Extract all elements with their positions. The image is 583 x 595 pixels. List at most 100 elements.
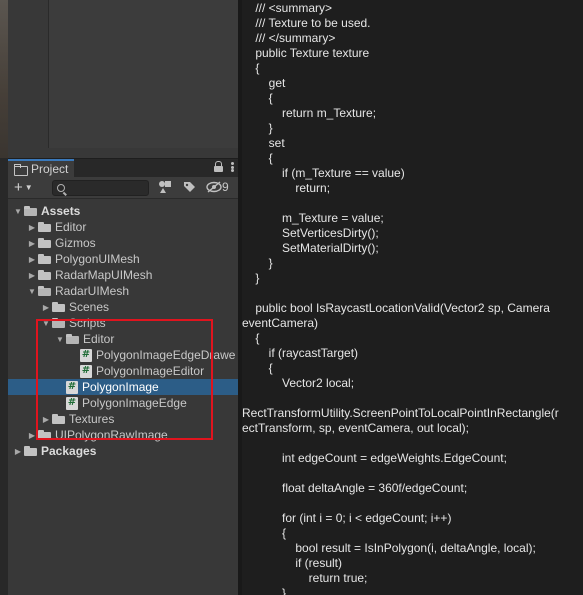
tree-item-label: PolygonImage bbox=[82, 380, 159, 394]
code-line: { bbox=[242, 91, 273, 105]
code-line: RectTransformUtility.ScreenPointToLocalP… bbox=[242, 406, 559, 420]
chevron-right-icon[interactable]: ▶ bbox=[26, 239, 38, 248]
folder-item[interactable]: ▼ Assets bbox=[8, 203, 238, 219]
chevron-right-icon[interactable]: ▶ bbox=[26, 255, 38, 264]
folder-icon bbox=[52, 302, 65, 312]
code-line: if (m_Texture == value) bbox=[242, 166, 405, 180]
folder-item[interactable]: ▶ Scenes bbox=[8, 299, 238, 315]
code-line: /// <summary> bbox=[242, 1, 333, 15]
chevron-down-icon[interactable]: ▼ bbox=[54, 335, 66, 344]
code-line: } bbox=[242, 271, 260, 285]
folder-icon bbox=[38, 286, 51, 296]
folder-item[interactable]: ▶ RadarMapUIMesh bbox=[8, 267, 238, 283]
folder-icon bbox=[52, 414, 65, 424]
hidden-packages-toggle[interactable]: 9 bbox=[206, 180, 229, 194]
script-item[interactable]: # PolygonImage bbox=[8, 379, 238, 395]
code-line: public bool IsRaycastLocationValid(Vecto… bbox=[242, 301, 550, 315]
folder-icon bbox=[38, 270, 51, 280]
project-tab-bar: Project bbox=[8, 159, 238, 177]
code-line: } bbox=[242, 256, 273, 270]
code-line: bool result = IsInPolygon(i, deltaAngle,… bbox=[242, 541, 536, 555]
code-line: get bbox=[242, 76, 286, 90]
tab-project[interactable]: Project bbox=[8, 159, 74, 177]
search-input[interactable] bbox=[68, 182, 148, 194]
upper-left-inner-area bbox=[48, 0, 246, 148]
folder-icon bbox=[24, 446, 37, 456]
code-line: int edgeCount = edgeWeights.EdgeCount; bbox=[242, 451, 507, 465]
csharp-script-icon: # bbox=[80, 348, 92, 362]
chevron-right-icon[interactable]: ▶ bbox=[26, 223, 38, 232]
folder-item[interactable]: ▼ RadarUIMesh bbox=[8, 283, 238, 299]
tree-item-label: Editor bbox=[55, 220, 87, 234]
tree-item-label: RadarMapUIMesh bbox=[55, 268, 153, 282]
code-line: return; bbox=[242, 181, 331, 195]
lock-icon[interactable] bbox=[214, 161, 223, 173]
project-toolbar: + ▼ 9 bbox=[8, 177, 238, 199]
tree-item-label: PolygonImageEditor bbox=[96, 364, 205, 378]
code-line: for (int i = 0; i < edgeCount; i++) bbox=[242, 511, 452, 525]
code-line: /// </summary> bbox=[242, 31, 336, 45]
hidden-count: 9 bbox=[222, 180, 229, 194]
chevron-down-icon: ▼ bbox=[24, 183, 33, 192]
folder-item[interactable]: ▶ Gizmos bbox=[8, 235, 238, 251]
chevron-right-icon[interactable]: ▶ bbox=[12, 447, 24, 456]
tree-item-label: RadarUIMesh bbox=[55, 284, 130, 298]
folder-item[interactable]: ▶ Packages bbox=[8, 443, 238, 459]
tree-item-label: Scenes bbox=[69, 300, 110, 314]
scene-view-edge bbox=[0, 0, 8, 158]
folder-item[interactable]: ▶ UIPolygonRawImage bbox=[8, 427, 238, 443]
code-line: } bbox=[242, 121, 273, 135]
chevron-down-icon[interactable]: ▼ bbox=[40, 319, 52, 328]
tab-project-label: Project bbox=[31, 162, 69, 176]
code-line: /// Texture to be used. bbox=[242, 16, 371, 30]
code-line: if (raycastTarget) bbox=[242, 346, 359, 360]
code-line: set bbox=[242, 136, 285, 150]
code-viewer: /// <summary> /// Texture to be used. //… bbox=[242, 0, 583, 595]
folder-icon bbox=[66, 334, 79, 344]
tree-item-label: UIPolygonRawImage bbox=[55, 428, 168, 442]
tree-item-label: Editor bbox=[83, 332, 115, 346]
folder-icon bbox=[52, 318, 65, 328]
upper-left-panel bbox=[8, 0, 246, 158]
folder-icon bbox=[38, 222, 51, 232]
label-tag-icon[interactable] bbox=[182, 180, 196, 194]
folder-item[interactable]: ▶ Textures bbox=[8, 411, 238, 427]
code-line: public Texture texture bbox=[242, 46, 370, 60]
script-item[interactable]: # PolygonImageEditor bbox=[8, 363, 238, 379]
chevron-down-icon[interactable]: ▼ bbox=[26, 287, 38, 296]
folder-icon bbox=[14, 164, 28, 176]
code-line: if (result) bbox=[242, 556, 343, 570]
folder-item[interactable]: ▼ Scripts bbox=[8, 315, 238, 331]
code-line: ectTransform, sp, eventCamera, out local… bbox=[242, 421, 469, 435]
search-by-type-icon[interactable] bbox=[158, 180, 172, 194]
project-window: Project + ▼ 9 ▼ Assets ▶ Editor ▶ Gizmos… bbox=[8, 158, 238, 595]
folder-item[interactable]: ▶ PolygonUIMesh bbox=[8, 251, 238, 267]
code-line: { bbox=[242, 151, 273, 165]
code-line: Vector2 local; bbox=[242, 376, 355, 390]
more-options-icon[interactable] bbox=[231, 161, 234, 173]
script-item[interactable]: # PolygonImageEdgeDrawe bbox=[8, 347, 238, 363]
tree-item-label: PolygonUIMesh bbox=[55, 252, 140, 266]
code-line: SetVerticesDirty(); bbox=[242, 226, 379, 240]
code-line: m_Texture = value; bbox=[242, 211, 384, 225]
folder-item[interactable]: ▼ Editor bbox=[8, 331, 238, 347]
folder-icon bbox=[38, 254, 51, 264]
chevron-right-icon[interactable]: ▶ bbox=[40, 303, 52, 312]
code-line: { bbox=[242, 526, 287, 540]
create-button[interactable]: + ▼ bbox=[14, 179, 40, 196]
csharp-script-icon: # bbox=[66, 396, 78, 410]
search-field[interactable] bbox=[52, 180, 149, 196]
chevron-right-icon[interactable]: ▶ bbox=[40, 415, 52, 424]
script-item[interactable]: # PolygonImageEdge bbox=[8, 395, 238, 411]
chevron-right-icon[interactable]: ▶ bbox=[26, 271, 38, 280]
code-line: eventCamera) bbox=[242, 316, 319, 330]
chevron-down-icon[interactable]: ▼ bbox=[12, 207, 24, 216]
chevron-right-icon[interactable]: ▶ bbox=[26, 431, 38, 440]
folder-icon bbox=[38, 430, 51, 440]
tree-item-label: Packages bbox=[41, 444, 97, 458]
code-line: SetMaterialDirty(); bbox=[242, 241, 379, 255]
tree-item-label: PolygonImageEdge bbox=[82, 396, 187, 410]
folder-item[interactable]: ▶ Editor bbox=[8, 219, 238, 235]
project-tree: ▼ Assets ▶ Editor ▶ Gizmos ▶ PolygonUIMesh ▶ Rada… bbox=[8, 199, 238, 459]
code-line: { bbox=[242, 361, 273, 375]
